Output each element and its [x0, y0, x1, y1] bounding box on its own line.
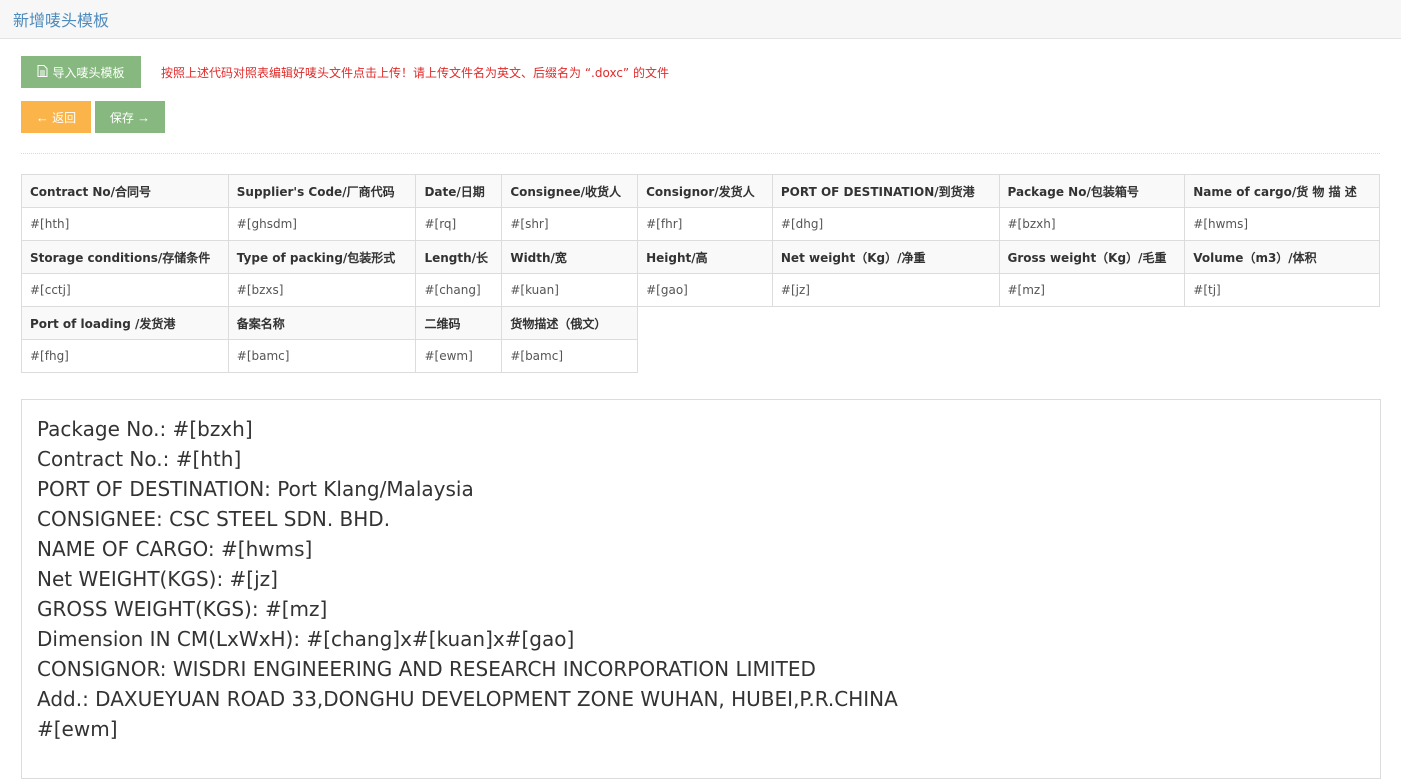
preview-line: NAME OF CARGO: #[hwms]: [37, 537, 313, 561]
import-template-label: 导入唛头模板: [52, 65, 125, 80]
field-label: PORT OF DESTINATION/到货港: [771, 174, 1000, 208]
field-code: #[bzxh]: [998, 207, 1186, 241]
field-label: Length/长: [415, 240, 503, 274]
table-row: Port of loading /发货港 备案名称 二维码 货物描述（俄文）: [21, 306, 1380, 340]
table-row: #[cctj] #[bzxs] #[chang] #[kuan] #[gao] …: [21, 273, 1380, 307]
import-row: 导入唛头模板 按照上述代码对照表编辑好唛头文件点击上传！请上传文件名为英文、后缀…: [21, 56, 1380, 88]
field-label: Volume（m3）/体积: [1184, 240, 1380, 274]
field-label: 备案名称: [227, 306, 417, 340]
field-code: #[tj]: [1184, 273, 1380, 307]
save-button[interactable]: 保存 →: [95, 101, 165, 133]
preview-line: Dimension IN CM(LxWxH): #[chang]x#[kuan]…: [37, 627, 575, 651]
table-row: Storage conditions/存储条件 Type of packing/…: [21, 240, 1380, 274]
dotted-divider: [21, 153, 1380, 154]
field-code: #[gao]: [637, 273, 773, 307]
field-code: #[rq]: [415, 207, 503, 241]
field-code: #[ewm]: [415, 339, 503, 373]
field-code: #[cctj]: [21, 273, 229, 307]
table-row: #[fhg] #[bamc] #[ewm] #[bamc]: [21, 339, 1380, 373]
empty-cell: [637, 339, 773, 373]
template-preview: Package No.: #[bzxh] Contract No.: #[hth…: [21, 399, 1381, 779]
field-label: Supplier's Code/厂商代码: [227, 174, 417, 208]
field-label: Height/高: [637, 240, 773, 274]
field-code: #[bamc]: [501, 339, 639, 373]
field-code: #[shr]: [501, 207, 639, 241]
save-label: 保存: [109, 110, 134, 125]
field-code: #[ghsdm]: [227, 207, 417, 241]
import-template-button[interactable]: 导入唛头模板: [21, 56, 141, 88]
arrow-right-icon: →: [137, 109, 151, 125]
field-code: #[chang]: [415, 273, 503, 307]
preview-line: Contract No.: #[hth]: [37, 447, 242, 471]
field-label: 货物描述（俄文）: [501, 306, 639, 340]
field-label: Port of loading /发货港: [21, 306, 229, 340]
field-code: #[hwms]: [1184, 207, 1380, 241]
field-label: Date/日期: [415, 174, 503, 208]
field-label: Type of packing/包装形式: [227, 240, 417, 274]
field-code: #[dhg]: [771, 207, 1000, 241]
preview-line: #[ewm]: [37, 717, 118, 741]
code-reference-table: Contract No/合同号 Supplier's Code/厂商代码 Dat…: [21, 174, 1380, 373]
main-content: 导入唛头模板 按照上述代码对照表编辑好唛头文件点击上传！请上传文件名为英文、后缀…: [0, 56, 1401, 373]
field-label: Storage conditions/存储条件: [21, 240, 229, 274]
empty-cell: [1184, 306, 1380, 340]
preview-line: CONSIGNOR: WISDRI ENGINEERING AND RESEAR…: [37, 657, 816, 681]
field-label: Width/宽: [501, 240, 639, 274]
preview-line: Add.: DAXUEYUAN ROAD 33,DONGHU DEVELOPME…: [37, 687, 898, 711]
field-code: #[fhr]: [637, 207, 773, 241]
preview-line: PORT OF DESTINATION: Port Klang/Malaysia: [37, 477, 474, 501]
field-code: #[kuan]: [501, 273, 639, 307]
empty-cell: [999, 306, 1185, 340]
empty-cell: [772, 339, 999, 373]
field-code: #[fhg]: [21, 339, 229, 373]
preview-line: CONSIGNEE: CSC STEEL SDN. BHD.: [37, 507, 391, 531]
field-label: Consignee/收货人: [501, 174, 639, 208]
table-row: #[hth] #[ghsdm] #[rq] #[shr] #[fhr] #[dh…: [21, 207, 1380, 241]
field-label: 二维码: [415, 306, 503, 340]
field-code: #[hth]: [21, 207, 229, 241]
file-icon: [37, 64, 52, 80]
back-label: 返回: [52, 110, 77, 125]
upload-hint: 按照上述代码对照表编辑好唛头文件点击上传！请上传文件名为英文、后缀名为 “.do…: [161, 65, 669, 80]
field-label: Contract No/合同号: [21, 174, 229, 208]
field-code: #[mz]: [998, 273, 1186, 307]
preview-line: Net WEIGHT(KGS): #[jz]: [37, 567, 278, 591]
field-label: Gross weight（Kg）/毛重: [998, 240, 1186, 274]
field-label: Net weight（Kg）/净重: [771, 240, 1000, 274]
preview-line: GROSS WEIGHT(KGS): #[mz]: [37, 597, 328, 621]
page-header: 新增唛头模板: [0, 0, 1401, 39]
action-row: ← 返回 保存 →: [21, 101, 1380, 133]
field-label: Package No/包装箱号: [998, 174, 1186, 208]
field-code: #[bamc]: [227, 339, 417, 373]
empty-cell: [637, 306, 773, 340]
page-title: 新增唛头模板: [13, 11, 110, 30]
field-code: #[jz]: [771, 273, 1000, 307]
empty-cell: [999, 339, 1185, 373]
field-label: Name of cargo/货 物 描 述: [1184, 174, 1380, 208]
empty-cell: [772, 306, 999, 340]
field-code: #[bzxs]: [227, 273, 417, 307]
table-row: Contract No/合同号 Supplier's Code/厂商代码 Dat…: [21, 174, 1380, 208]
empty-cell: [1184, 339, 1380, 373]
arrow-left-icon: ←: [35, 109, 49, 125]
field-label: Consignor/发货人: [637, 174, 773, 208]
back-button[interactable]: ← 返回: [21, 101, 91, 133]
preview-line: Package No.: #[bzxh]: [37, 417, 253, 441]
